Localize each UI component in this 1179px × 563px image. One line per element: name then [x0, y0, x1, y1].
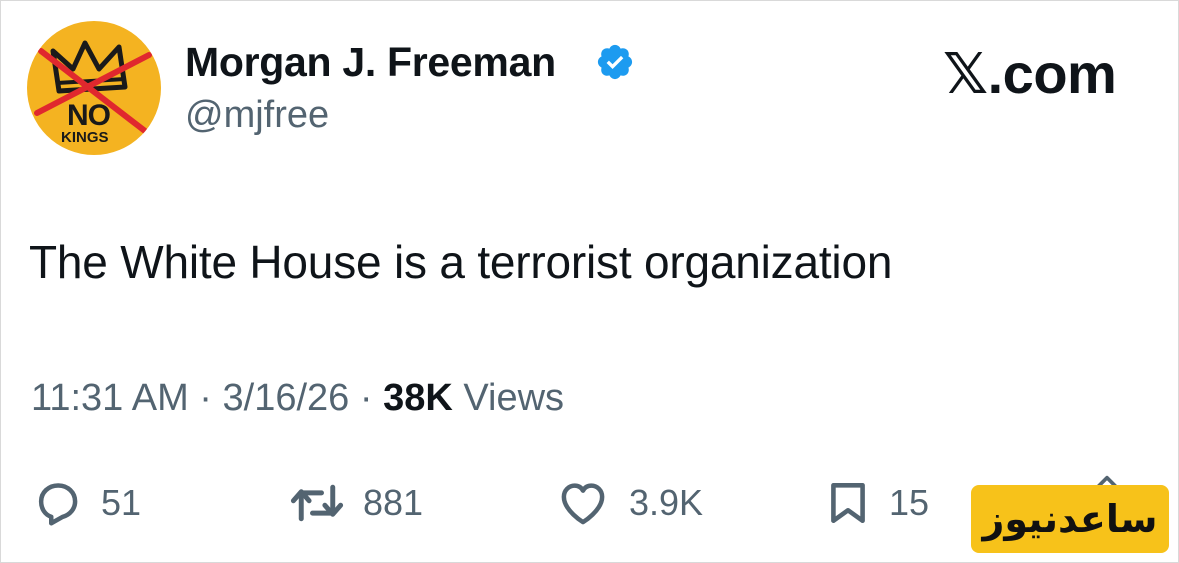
avatar[interactable]: NO KINGS [27, 21, 161, 155]
reply-count: 51 [101, 482, 142, 523]
tweet-time[interactable]: 11:31 AM [31, 377, 189, 419]
meta-separator-2: · [349, 377, 384, 419]
heart-icon [561, 483, 605, 525]
bookmark-button[interactable]: 15 [823, 477, 929, 529]
avatar-kings-text: KINGS [61, 129, 109, 146]
repost-button[interactable]: 881 [287, 477, 423, 529]
repost-icon [290, 484, 344, 522]
brand-logo: 𝕏.com [943, 42, 1117, 105]
tweet-date[interactable]: 3/16/26 [223, 377, 350, 419]
like-button[interactable]: 3.9K [553, 477, 703, 529]
avatar-no-text: NO [67, 99, 111, 132]
views-label: Views [452, 377, 565, 419]
bookmark-icon [831, 483, 865, 523]
verified-badge-icon [597, 44, 633, 80]
reply-button[interactable]: 51 [31, 477, 141, 529]
display-name[interactable]: Morgan J. Freeman [185, 39, 556, 86]
repost-count: 881 [363, 482, 424, 523]
tweet-text: The White House is a terrorist organizat… [29, 236, 893, 288]
like-count: 3.9K [629, 482, 704, 523]
views-count[interactable]: 38K [383, 377, 453, 419]
reply-icon [38, 483, 78, 526]
handle[interactable]: @mjfree [185, 94, 329, 137]
meta-separator-1: · [188, 377, 223, 419]
watermark-logo: ساعدنیوز [971, 485, 1169, 553]
tweet-meta: 11:31 AM · 3/16/26 · 38K Views [31, 377, 564, 420]
bookmark-count: 15 [889, 482, 930, 523]
tweet-card: NO KINGS Morgan J. Freeman @mjfree 𝕏.com… [0, 0, 1179, 563]
